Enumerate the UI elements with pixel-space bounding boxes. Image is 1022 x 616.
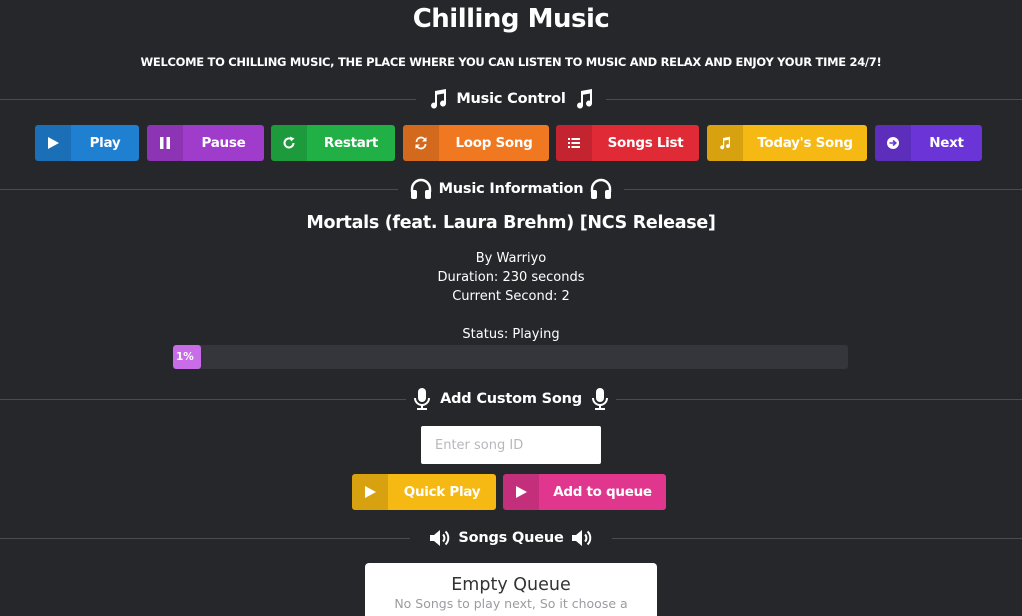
section-title: Songs Queue [458,530,564,546]
microphone-icon [588,387,612,411]
music-information-header: Music Information [0,177,1022,201]
restart-button[interactable]: Restart [271,125,395,161]
songs-list-button[interactable]: Songs List [556,125,699,161]
arrow-right-circle-icon [875,125,911,161]
pause-button[interactable]: Pause [147,125,264,161]
music-note-icon [707,125,743,161]
playback-status: Status: Playing [462,327,560,342]
progress-bar: 1% [173,345,848,369]
song-current-second: Current Second: 2 [452,289,570,304]
play-icon [352,474,388,510]
song-artist: By Warriyo [475,251,547,266]
button-label: Next [929,135,964,151]
progress-fill: 1% [173,345,201,369]
songs-queue-header: Songs Queue [0,526,1022,550]
next-button[interactable]: Next [875,125,982,161]
button-label: Add to queue [553,484,652,500]
button-label: Quick Play [403,484,481,500]
queue-title: Empty Queue [451,575,571,595]
headphones-icon [409,177,433,201]
quick-play-button[interactable]: Quick Play [352,474,496,510]
play-icon [35,125,71,161]
button-label: Today's Song [757,135,853,151]
restart-icon [271,125,307,161]
song-duration: Duration: 230 seconds [437,270,585,285]
loop-song-button[interactable]: Loop Song [403,125,549,161]
todays-song-button[interactable]: Today's Song [707,125,867,161]
pause-icon [147,125,183,161]
button-label: Pause [201,135,246,151]
welcome-banner: WELCOME TO CHILLING MUSIC, THE PLACE WHE… [140,55,882,69]
play-icon [503,474,539,510]
music-notes-icon [426,87,450,111]
add-custom-song-header: Add Custom Song [0,387,1022,411]
add-to-queue-button[interactable]: Add to queue [503,474,666,510]
section-title: Music Information [438,181,584,197]
loop-icon [403,125,439,161]
button-label: Songs List [607,135,684,151]
section-title: Add Custom Song [440,391,582,407]
list-icon [556,125,592,161]
play-button[interactable]: Play [35,125,139,161]
speaker-icon [428,526,452,550]
headphones-icon [589,177,613,201]
button-label: Loop Song [455,135,533,151]
song-title: Mortals (feat. Laura Brehm) [NCS Release… [306,213,716,233]
song-id-input[interactable] [421,426,601,464]
music-notes-icon [572,87,596,111]
page: Chilling Music WELCOME TO CHILLING MUSIC… [0,0,1022,616]
queue-card: Empty Queue No Songs to play next, So it… [365,563,657,616]
section-title: Music Control [456,91,566,107]
queue-subtitle: No Songs to play next, So it choose a [394,596,628,611]
button-label: Restart [323,135,379,151]
speaker-icon [570,526,594,550]
microphone-icon [410,387,434,411]
button-label: Play [89,135,121,151]
app-title: Chilling Music [412,4,610,34]
music-control-header: Music Control [0,87,1022,111]
